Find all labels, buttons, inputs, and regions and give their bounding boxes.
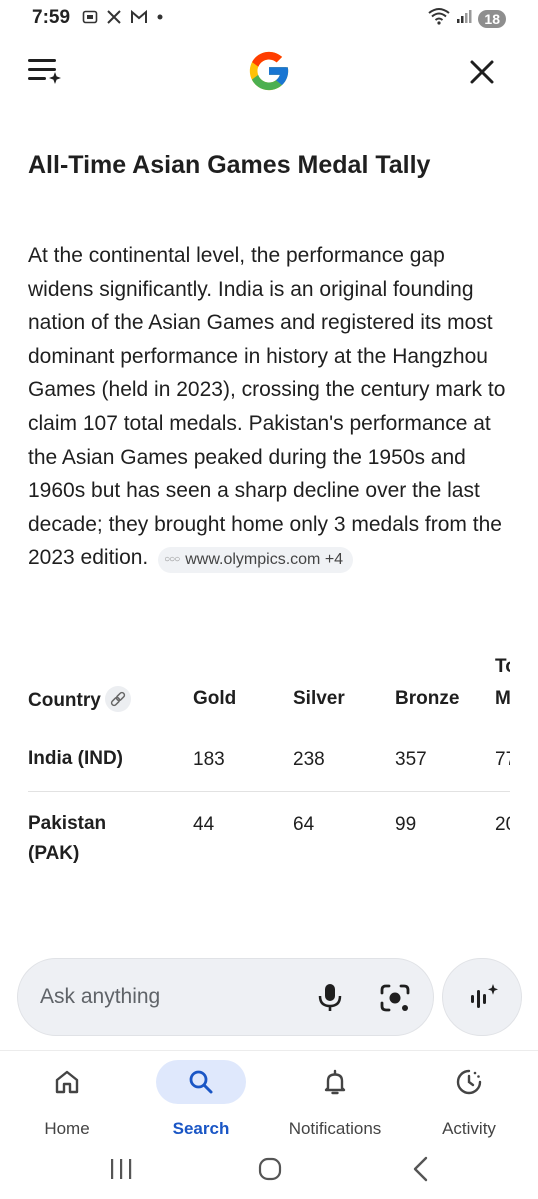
header-country-label: Country [28,690,101,712]
header-gold: Gold [193,688,237,709]
menu-sparkle-icon [28,59,61,84]
back-icon [413,1156,428,1182]
google-logo[interactable] [246,48,292,94]
status-time: 7:59 [32,7,71,28]
search-bar[interactable]: Ask anything [17,958,434,1036]
row-country: India (IND) [28,748,123,769]
row-silver: 238 [293,749,325,770]
header-silver: Silver [293,688,345,709]
system-nav-bar [0,1142,538,1199]
gallery-icon [82,9,98,29]
close-button[interactable] [465,55,499,89]
close-icon [470,60,494,84]
nav-activity-label: Activity [442,1119,496,1138]
article-body: At the continental level, the performanc… [28,239,514,575]
source-chip[interactable]: ○○○ www.olympics.com +4 [158,547,354,574]
link-button[interactable] [104,686,131,712]
recents-icon [111,1159,132,1179]
battery-indicator: 18 [478,9,506,28]
medal-table[interactable]: Country Gold Silver Bronze To M India (I… [28,650,510,880]
mic-icon[interactable] [314,981,346,1013]
page-title: All-Time Asian Games Medal Tally [28,151,431,179]
menu-button[interactable] [28,56,62,86]
x-icon [106,9,122,29]
header-total-line1: To [495,656,510,677]
home-system-button[interactable] [255,1154,285,1184]
bottom-nav: Home Search Notifications Activity [0,1050,538,1142]
nav-search-label: Search [172,1119,230,1138]
ai-sparkle-icon [468,982,500,1014]
notification-icons [82,9,164,29]
nav-notifications[interactable]: Notifications [268,1059,402,1141]
header-total-line2: M [495,688,510,709]
nav-home-label: Home [44,1119,90,1138]
bell-icon [324,1069,346,1095]
signal-icon [456,8,472,29]
recents-button[interactable] [106,1154,136,1184]
link-icon [110,691,125,707]
home-icon [55,1070,79,1094]
row-total: 20 [495,814,510,835]
dot-icon [156,9,164,29]
status-right-icons: 18 [428,7,506,30]
nav-home[interactable]: Home [0,1059,134,1141]
header-country: Country [28,686,131,714]
gmail-icon [130,9,148,29]
status-bar: 7:59 18 [0,0,538,38]
back-button[interactable] [406,1154,436,1184]
olympic-rings-icon: ○○○ [164,554,180,566]
row-divider [28,791,510,792]
activity-icon [456,1069,482,1095]
row-silver: 64 [293,814,315,835]
home-circle-icon [258,1157,282,1181]
row-bronze: 357 [395,749,427,770]
lens-icon[interactable] [378,981,412,1015]
header-bronze: Bronze [395,688,460,709]
source-chip-label: www.olympics.com +4 [185,551,344,569]
nav-notifications-label: Notifications [288,1119,382,1138]
ai-mode-button[interactable] [442,958,522,1036]
row-bronze: 99 [395,814,417,835]
row-total: 77 [495,749,510,770]
row-country: Pakistan (PAK) [28,813,107,864]
nav-search[interactable]: Search [134,1059,268,1141]
row-gold: 183 [193,749,225,770]
search-icon [189,1070,213,1094]
wifi-icon [428,7,451,30]
row-gold: 44 [193,814,215,835]
nav-activity[interactable]: Activity [402,1059,536,1141]
article-body-text: At the continental level, the performanc… [28,244,506,570]
search-input[interactable]: Ask anything [40,985,160,1009]
